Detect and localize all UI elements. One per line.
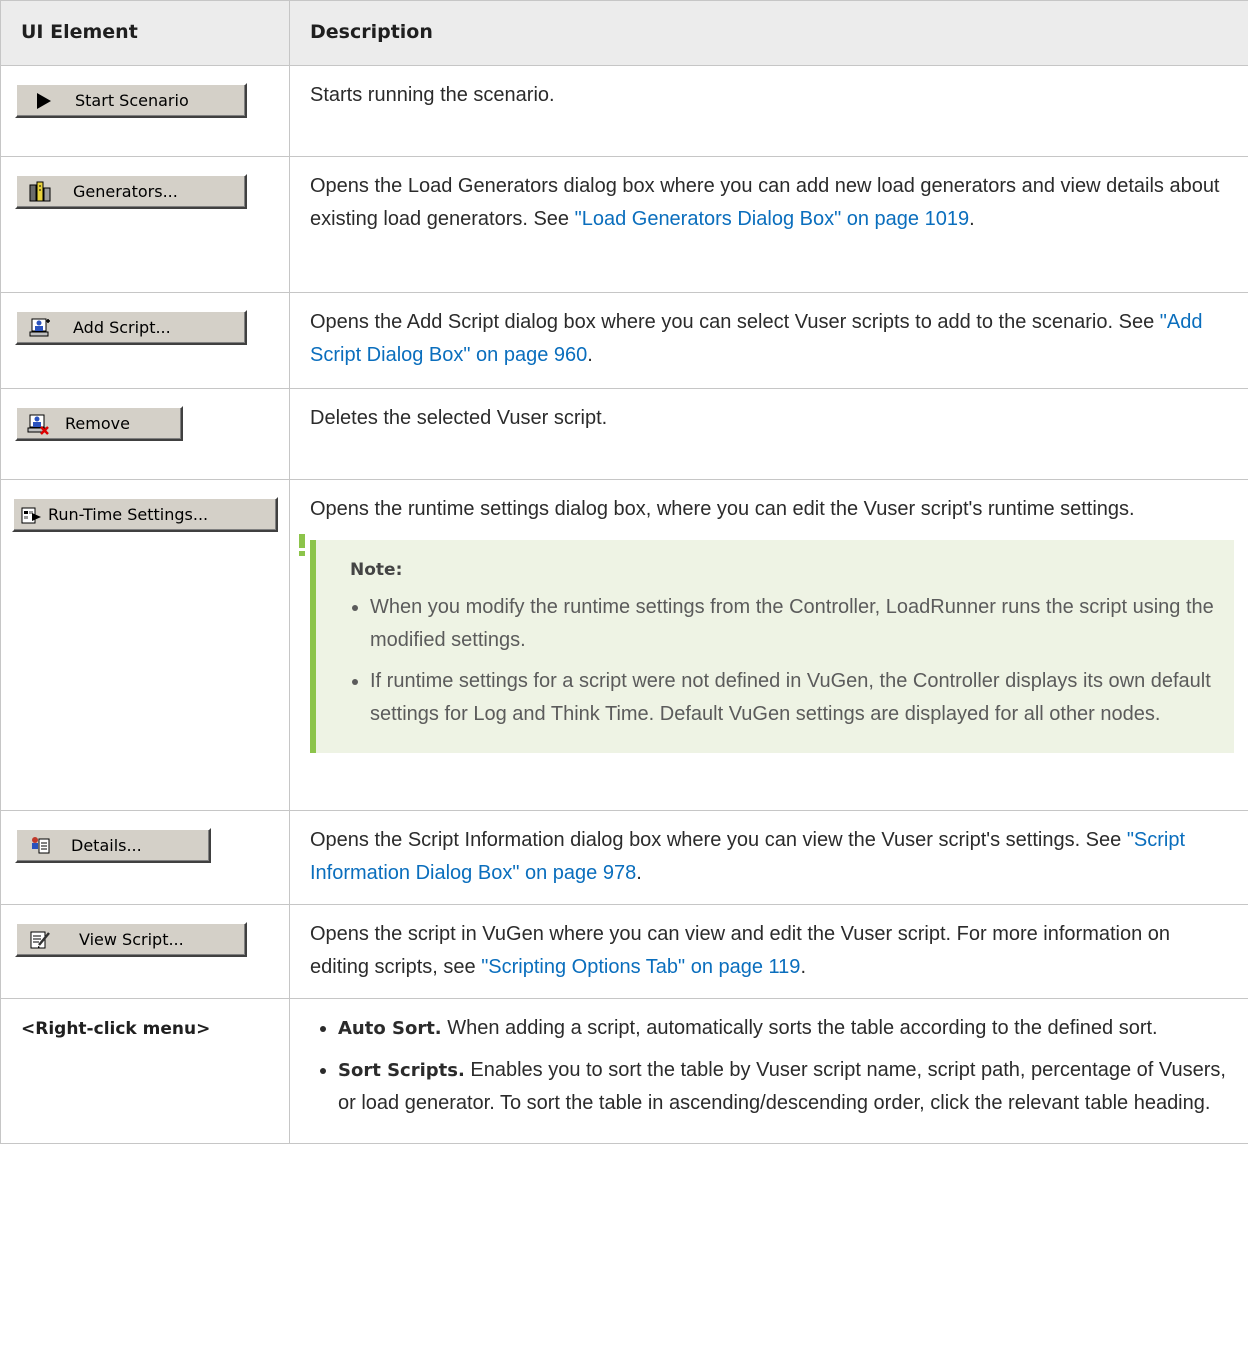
run-time-settings-button[interactable]: Run-Time Settings... (12, 497, 278, 532)
run-time-settings-icon (18, 503, 44, 527)
load-generators-dialog-link[interactable]: "Load Generators Dialog Box" on page 101… (575, 208, 969, 230)
column-header-description: Description (289, 0, 1248, 66)
description-text: Opens the Load Generators dialog box whe… (310, 170, 1234, 236)
note-item: When you modify the runtime settings fro… (370, 591, 1218, 657)
right-click-menu-list: Auto Sort. When adding a script, automat… (316, 1012, 1234, 1120)
description-text-part: Opens the Script Information dialog box … (310, 829, 1127, 851)
option-description: Enables you to sort the table by Vuser s… (338, 1059, 1226, 1114)
table-row: View Script... Opens the script in VuGen… (0, 904, 1248, 999)
option-name: Sort Scripts. (338, 1060, 465, 1081)
table-row: Remove Deletes the selected Vuser script… (0, 388, 1248, 480)
table-row: Add Script... Opens the Add Script dialo… (0, 292, 1248, 389)
button-label: Generators... (73, 182, 178, 201)
description-text-part: . (969, 208, 975, 230)
description-text: Opens the Script Information dialog box … (310, 824, 1234, 890)
note-list: When you modify the runtime settings fro… (350, 591, 1218, 731)
description-text: Deletes the selected Vuser script. (310, 407, 608, 429)
description-text: Opens the runtime settings dialog box, w… (310, 498, 1135, 520)
add-script-button[interactable]: Add Script... (15, 310, 247, 345)
button-label: Remove (65, 414, 130, 433)
table-row: Start Scenario Starts running the scenar… (0, 65, 1248, 157)
play-triangle-icon (31, 89, 57, 113)
details-icon (27, 834, 53, 858)
button-label: Details... (71, 836, 142, 855)
table-row: Details... Opens the Script Information … (0, 810, 1248, 905)
note-box: Note: When you modify the runtime settin… (299, 534, 1234, 753)
button-label: Start Scenario (75, 91, 189, 110)
button-label: Add Script... (73, 318, 171, 337)
button-label: View Script... (79, 930, 184, 949)
view-script-icon (27, 928, 53, 952)
note-content: Note: When you modify the runtime settin… (310, 540, 1234, 753)
menu-option-sort-scripts: Sort Scripts. Enables you to sort the ta… (338, 1054, 1234, 1120)
description-text: Opens the script in VuGen where you can … (310, 918, 1234, 984)
note-title: Note: (350, 560, 403, 580)
ui-elements-table: UI Element Description Start Scenario St… (0, 0, 1248, 1144)
column-header-ui-element: UI Element (0, 0, 290, 66)
table-row: <Right-click menu> Auto Sort. When addin… (0, 998, 1248, 1144)
note-item: If runtime settings for a script were no… (370, 665, 1218, 731)
load-generators-icon (27, 180, 53, 204)
add-script-icon (27, 316, 53, 340)
details-button[interactable]: Details... (15, 828, 211, 863)
description-text-part: . (800, 956, 806, 978)
start-scenario-button[interactable]: Start Scenario (15, 83, 247, 118)
view-script-button[interactable]: View Script... (15, 922, 247, 957)
table-header-row: UI Element Description (0, 0, 1248, 66)
scripting-options-tab-link[interactable]: "Scripting Options Tab" on page 119 (481, 956, 800, 978)
description-text-part: . (636, 862, 642, 884)
menu-option-auto-sort: Auto Sort. When adding a script, automat… (338, 1012, 1234, 1045)
option-name: Auto Sort. (338, 1018, 442, 1039)
remove-button[interactable]: Remove (15, 406, 183, 441)
description-text: Opens the Add Script dialog box where yo… (310, 306, 1234, 372)
right-click-menu-label: <Right-click menu> (21, 1019, 211, 1039)
option-description: When adding a script, automatically sort… (441, 1017, 1158, 1039)
description-text: Starts running the scenario. (310, 84, 555, 106)
exclamation-icon (299, 534, 305, 556)
table-row: Generators... Opens the Load Generators … (0, 156, 1248, 293)
remove-script-icon (25, 412, 51, 436)
generators-button[interactable]: Generators... (15, 174, 247, 209)
description-text-part: . (587, 344, 593, 366)
button-label: Run-Time Settings... (48, 505, 209, 524)
description-text-part: Opens the Add Script dialog box where yo… (310, 311, 1160, 333)
table-row: Run-Time Settings... Opens the runtime s… (0, 479, 1248, 811)
